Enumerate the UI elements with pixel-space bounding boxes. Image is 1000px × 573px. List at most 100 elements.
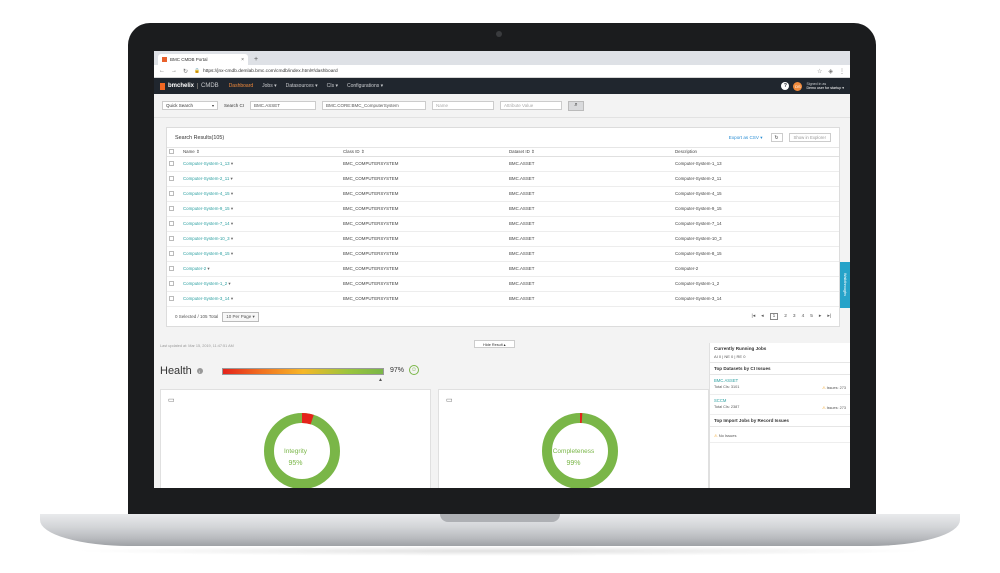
nav-cis[interactable]: CIs ▾ <box>327 83 338 89</box>
nav-dashboard[interactable]: Dashboard <box>229 83 253 89</box>
ci-name-link[interactable]: Computer-System-7_14 <box>183 221 230 226</box>
ci-name-link[interactable]: Computer-System-9_15 <box>183 206 230 211</box>
row-checkbox[interactable] <box>169 236 174 242</box>
table-row[interactable]: Computer-2 ▾ BMC_COMPUTERSYSTEM BMC.ASSET C… <box>167 261 839 277</box>
page-1[interactable]: 1 <box>769 313 779 320</box>
ci-name-link[interactable]: Computer-System-1_2 <box>183 281 227 286</box>
ci-name-link[interactable]: Computer-2 <box>183 266 206 271</box>
class-input[interactable]: BMC.CORE:BMC_ComputerSystem <box>322 101 427 110</box>
table-row[interactable]: Computer-System-10_3 ▾ BMC_COMPUTERSYSTEM… <box>167 231 839 247</box>
first-page-icon[interactable]: |◂ <box>751 314 755 319</box>
page-4[interactable]: 4 <box>802 314 805 319</box>
help-icon[interactable]: ? <box>781 82 790 90</box>
col-name[interactable]: Name <box>183 149 195 154</box>
row-checkbox[interactable] <box>169 191 174 197</box>
close-icon[interactable]: × <box>241 57 244 63</box>
ci-name-link[interactable]: Computer-System-1_13 <box>183 161 230 166</box>
per-page-select[interactable]: 10 Per Page ▾ <box>222 311 259 322</box>
browser-tab[interactable]: BMC CMDB Portal × <box>158 54 248 65</box>
prev-page-icon[interactable]: ◂ <box>761 314 763 319</box>
col-class[interactable]: Class ID <box>343 149 360 154</box>
chevron-down-icon[interactable]: ▾ <box>231 191 233 196</box>
monitor-icon[interactable]: ▭ <box>446 396 453 404</box>
ci-name-link[interactable]: Computer-System-4_15 <box>183 191 230 196</box>
name-input[interactable]: Name <box>432 101 495 110</box>
walkthroughs-tab[interactable]: Walkthroughs <box>840 262 850 308</box>
chevron-down-icon[interactable]: ▾ <box>231 176 233 181</box>
dataset-id-cell: BMC.ASSET <box>507 156 673 172</box>
dataset-item[interactable]: BMC.ASSET Total CIs: 3101 ⚠ Issues: 273 <box>710 375 850 395</box>
export-csv-button[interactable]: Export as CSV ▾ <box>729 135 763 141</box>
chevron-down-icon[interactable]: ▾ <box>231 236 233 241</box>
side-panel: Currently Running Jobs AI 0 | NE 0 | RE … <box>709 343 850 488</box>
new-tab-icon[interactable]: + <box>254 56 258 63</box>
description-cell: Computer-System-8_15 <box>673 246 839 262</box>
class-id-cell: BMC_COMPUTERSYSTEM <box>341 216 507 232</box>
nav-configurations[interactable]: Configurations ▾ <box>347 83 383 89</box>
dataset-issues: Issues: 273 <box>826 406 846 410</box>
table-row[interactable]: Computer-System-4_15 ▾ BMC_COMPUTERSYSTEM… <box>167 186 839 202</box>
hide-result-button[interactable]: Hide Result ▴ <box>474 340 515 348</box>
table-row[interactable]: Computer-System-1_2 ▾ BMC_COMPUTERSYSTEM B… <box>167 276 839 292</box>
table-row[interactable]: Computer-System-2_11 ▾ BMC_COMPUTERSYSTEM… <box>167 171 839 187</box>
dataset-input[interactable]: BMC.ASSET <box>250 101 317 110</box>
chevron-down-icon[interactable]: ▾ <box>228 281 230 286</box>
row-checkbox[interactable] <box>169 281 174 287</box>
extension-icon[interactable]: ◈ <box>828 68 833 75</box>
page-3[interactable]: 3 <box>793 314 796 319</box>
select-all-checkbox[interactable] <box>169 149 174 155</box>
col-dataset[interactable]: Dataset ID <box>509 149 530 154</box>
user-menu[interactable]: Signed in as Demo user for startup ▾ <box>806 82 844 91</box>
reload-icon[interactable]: ↻ <box>183 68 188 75</box>
results-table: Name ⇕ Class ID ⇕ Dataset ID ⇕ Descripti… <box>167 148 839 307</box>
table-row[interactable]: Computer-System-1_13 ▾ BMC_COMPUTERSYSTEM… <box>167 156 839 172</box>
search-button[interactable]: ⌕ <box>568 100 585 111</box>
row-checkbox[interactable] <box>169 176 174 182</box>
warning-icon: ⚠ <box>822 406 826 410</box>
row-checkbox[interactable] <box>169 266 174 272</box>
menu-icon[interactable]: ⋮ <box>839 68 845 75</box>
row-checkbox[interactable] <box>169 296 174 302</box>
row-checkbox[interactable] <box>169 206 174 212</box>
dataset-item[interactable]: SCCM Total CIs: 2387 ⚠ Issues: 273 <box>710 395 850 415</box>
table-row[interactable]: Computer-System-3_14 ▾ BMC_COMPUTERSYSTEM… <box>167 291 839 307</box>
dataset-name[interactable]: BMC.ASSET <box>714 378 846 383</box>
chevron-down-icon[interactable]: ▾ <box>231 251 233 256</box>
chevron-down-icon[interactable]: ▾ <box>231 206 233 211</box>
chevron-down-icon[interactable]: ▾ <box>231 296 233 301</box>
page-2[interactable]: 2 <box>784 314 787 319</box>
back-icon[interactable]: ← <box>159 68 165 74</box>
row-checkbox[interactable] <box>169 221 174 227</box>
refresh-icon[interactable]: ↻ <box>770 133 783 142</box>
page-5[interactable]: 5 <box>810 314 813 319</box>
info-icon[interactable]: i <box>196 368 203 374</box>
last-page-icon[interactable]: ▸| <box>827 314 831 319</box>
chevron-down-icon[interactable]: ▾ <box>231 161 233 166</box>
ci-name-link[interactable]: Computer-System-8_15 <box>183 251 230 256</box>
chevron-down-icon[interactable]: ▾ <box>207 266 209 271</box>
row-checkbox[interactable] <box>169 251 174 257</box>
monitor-icon[interactable]: ▭ <box>168 396 175 404</box>
row-checkbox[interactable] <box>169 161 174 167</box>
attribute-input[interactable]: Attribute Value <box>500 101 563 110</box>
url-field[interactable]: 🔒 https://jnx-cmdb.demlab.bmc.com/cmdb/i… <box>194 67 817 76</box>
laptop-screen: BMC CMDB Portal × + ← → ↻ 🔒 https://jnx-… <box>154 51 850 488</box>
avatar[interactable]: DS <box>793 81 803 91</box>
forward-icon[interactable]: → <box>171 68 177 74</box>
table-row[interactable]: Computer-System-8_15 ▾ BMC_COMPUTERSYSTEM… <box>167 246 839 262</box>
table-row[interactable]: Computer-System-7_14 ▾ BMC_COMPUTERSYSTEM… <box>167 216 839 232</box>
nav-datasources[interactable]: Datasources ▾ <box>286 83 318 89</box>
ci-name-link[interactable]: Computer-System-10_3 <box>183 236 230 241</box>
dataset-name[interactable]: SCCM <box>714 398 846 403</box>
star-icon[interactable]: ☆ <box>817 68 822 75</box>
search-mode-select[interactable]: Quick Search ▾ <box>162 101 218 110</box>
chevron-down-icon[interactable]: ▾ <box>231 221 233 226</box>
next-page-icon[interactable]: ▸ <box>819 314 821 319</box>
dataset-id-cell: BMC.ASSET <box>507 216 673 232</box>
ci-name-link[interactable]: Computer-System-3_14 <box>183 296 230 301</box>
table-row[interactable]: Computer-System-9_15 ▾ BMC_COMPUTERSYSTEM… <box>167 201 839 217</box>
show-in-explorer-button[interactable]: Show in Explorer <box>788 133 831 142</box>
ci-name-link[interactable]: Computer-System-2_11 <box>183 176 229 181</box>
nav-jobs[interactable]: Jobs ▾ <box>262 83 276 89</box>
bmc-logo[interactable]: bmchelix CMDB <box>160 82 219 90</box>
